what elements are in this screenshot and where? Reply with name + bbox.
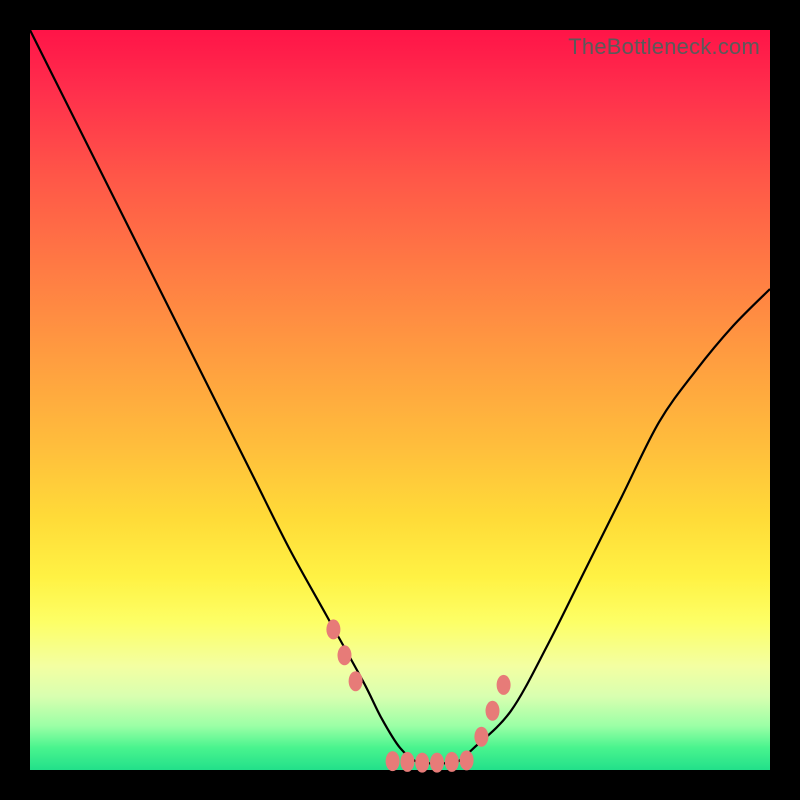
curve-marker — [338, 645, 352, 665]
curve-marker — [430, 753, 444, 773]
curve-marker — [386, 751, 400, 771]
curve-marker — [497, 675, 511, 695]
chart-frame: TheBottleneck.com — [0, 0, 800, 800]
curve-marker — [400, 752, 414, 772]
curve-marker — [415, 753, 429, 773]
chart-svg — [30, 30, 770, 770]
markers-group — [326, 619, 510, 772]
curve-marker — [486, 701, 500, 721]
curve-marker — [445, 752, 459, 772]
bottleneck-curve — [30, 30, 770, 764]
curve-marker — [326, 619, 340, 639]
curve-marker — [349, 671, 363, 691]
curve-marker — [474, 727, 488, 747]
curve-marker — [460, 750, 474, 770]
plot-area: TheBottleneck.com — [30, 30, 770, 770]
